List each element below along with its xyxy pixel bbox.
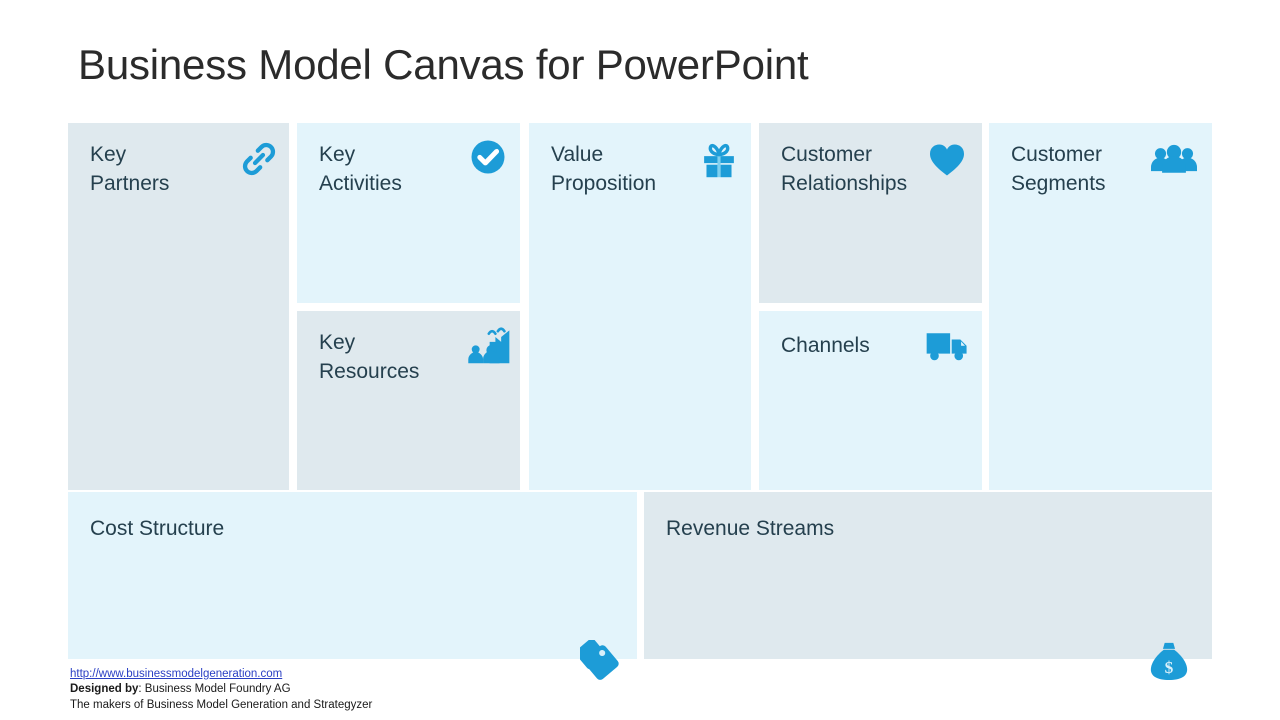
block-channels[interactable]: Channels <box>759 311 982 490</box>
people-group-icon <box>1151 144 1197 181</box>
block-value-proposition[interactable]: Value Proposition <box>529 123 751 490</box>
block-cost-structure-label: Cost Structure <box>90 517 225 540</box>
block-key-partners-label: Key Partners <box>90 143 170 195</box>
check-circle-icon <box>470 139 506 180</box>
footer-website-link[interactable]: http://www.businessmodelgeneration.com <box>70 667 670 682</box>
factory-people-icon <box>465 325 511 372</box>
block-channels-label: Channels <box>781 334 870 357</box>
business-model-canvas-grid: Key Partners Key Activities Key Resource… <box>68 123 1212 680</box>
delivery-truck-icon <box>925 327 969 368</box>
money-bag-icon: $ <box>1150 640 1188 687</box>
page-title: Business Model Canvas for PowerPoint <box>78 41 809 88</box>
block-customer-relationships-label: Customer Relationships <box>781 143 908 195</box>
block-customer-relationships[interactable]: Customer Relationships <box>759 123 982 303</box>
block-revenue-streams[interactable]: Revenue Streams $ <box>644 492 1212 680</box>
block-key-resources-label: Key Resources <box>319 331 420 383</box>
block-cost-structure[interactable]: Cost Structure <box>68 492 637 680</box>
block-value-proposition-label: Value Proposition <box>551 143 657 195</box>
block-customer-segments-label: Customer Segments <box>1011 143 1106 195</box>
footer-designed-by-value: : Business Model Foundry AG <box>138 683 291 695</box>
slide-canvas: Business Model Canvas for PowerPoint Key… <box>0 0 1280 720</box>
block-customer-segments[interactable]: Customer Segments <box>989 123 1212 490</box>
gift-box-icon <box>700 142 738 183</box>
svg-text:$: $ <box>1165 658 1174 677</box>
block-revenue-streams-label: Revenue Streams <box>666 517 835 540</box>
footer-designed-by: Designed by: Business Model Foundry AG <box>70 682 670 698</box>
block-key-partners[interactable]: Key Partners <box>68 123 289 490</box>
footer: http://www.businessmodelgeneration.com D… <box>70 667 670 713</box>
block-key-activities[interactable]: Key Activities <box>297 123 520 303</box>
chain-link-icon <box>240 140 278 183</box>
block-key-activities-label: Key Activities <box>319 143 402 195</box>
block-key-resources[interactable]: Key Resources <box>297 311 520 490</box>
footer-makers-line: The makers of Business Model Generation … <box>70 698 373 711</box>
footer-designed-by-label: Designed by <box>70 683 139 695</box>
heart-icon <box>928 143 966 182</box>
